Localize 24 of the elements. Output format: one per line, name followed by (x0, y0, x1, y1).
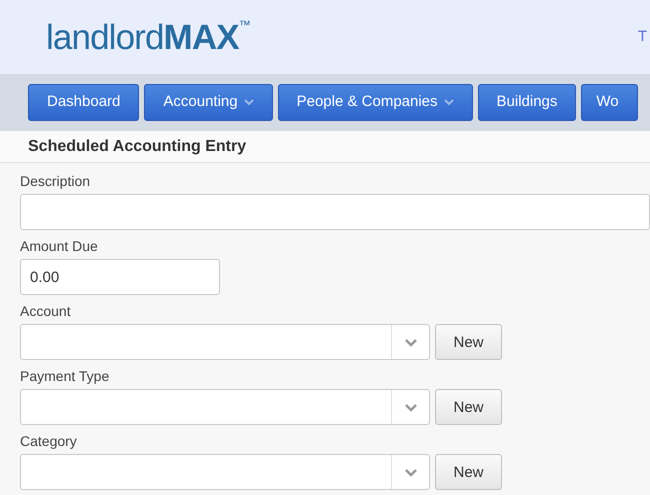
dropdown-field[interactable] (20, 454, 430, 490)
dropdown-field[interactable] (20, 324, 430, 360)
new-button[interactable]: New (435, 324, 502, 360)
logo: landlordMAX$^{™}$ (46, 20, 250, 54)
field-label: Amount Due (20, 237, 99, 256)
field-label: Description (20, 172, 92, 191)
nav-button[interactable]: Buildings (478, 84, 576, 121)
field-label: Category (20, 432, 78, 451)
text-field[interactable]: 0.00 (20, 259, 220, 295)
text-field[interactable] (20, 194, 650, 230)
field-label: Account (20, 302, 72, 321)
nav-button[interactable]: People & Companies (278, 84, 473, 121)
dropdown-field[interactable] (20, 389, 430, 425)
new-button[interactable]: New (435, 389, 502, 425)
new-button[interactable]: New (435, 454, 502, 490)
page-title: Scheduled Accounting Entry (28, 136, 246, 156)
nav-button[interactable]: Accounting (144, 84, 273, 121)
field-label: Payment Type (20, 367, 110, 386)
chevron-down-icon (404, 402, 418, 412)
chevron-down-icon (404, 468, 418, 476)
chevron-down-icon (404, 338, 418, 346)
nav-button[interactable]: Dashboard (28, 84, 140, 121)
nav-button[interactable]: Wo (581, 84, 638, 121)
header-link[interactable]: T (638, 26, 647, 48)
